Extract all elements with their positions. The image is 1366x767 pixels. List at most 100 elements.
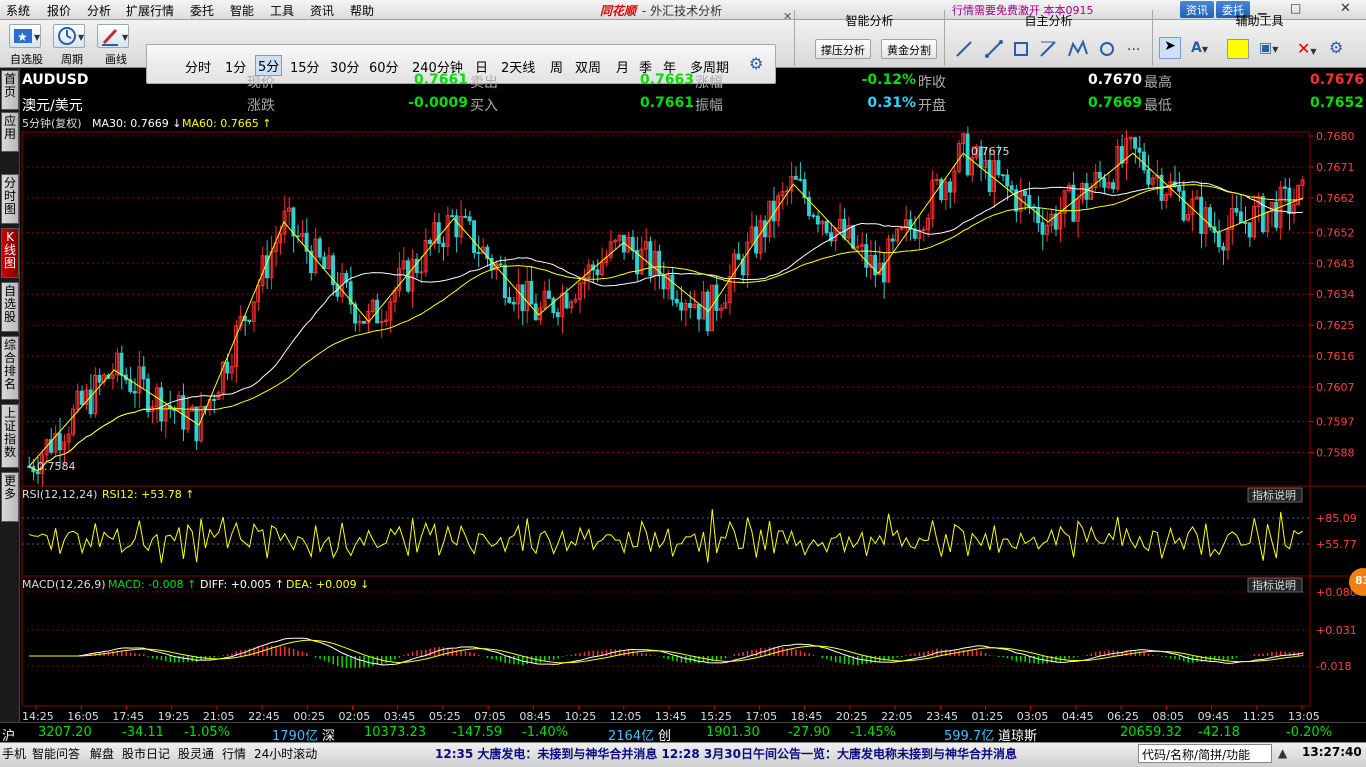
menu-quote[interactable]: 报价 xyxy=(47,2,71,19)
candle-body xyxy=(864,244,869,268)
nav-home[interactable]: 首页 xyxy=(1,70,19,110)
rsi-tick-label: +55.77 xyxy=(1316,538,1357,551)
index-dow-value: 20659.32 xyxy=(1120,725,1183,740)
candle-body xyxy=(529,280,534,305)
aux-tools-header: 辅助工具 xyxy=(1235,14,1284,28)
left-nav: 首页 应用 分时图 K线图 自选股 综合排名 上证指数 更多 xyxy=(0,68,20,740)
y-tick-label: 0.7588 xyxy=(1316,446,1355,459)
menu-analysis[interactable]: 分析 xyxy=(87,2,111,19)
symbol-name: 澳元/美元 xyxy=(22,98,83,114)
x-tick-label: 12:05 xyxy=(610,710,642,722)
draw-pen-icon[interactable]: ▼ xyxy=(97,24,129,48)
candle-body xyxy=(1238,211,1243,224)
status-mobile[interactable]: 手机 xyxy=(2,745,26,762)
color-picker-icon[interactable] xyxy=(1227,39,1249,59)
candle-body xyxy=(551,297,556,314)
candle-body xyxy=(921,229,926,232)
period-clock-icon[interactable]: ▼ xyxy=(53,24,85,48)
high-annotation: 0.7675 xyxy=(971,145,1010,158)
x-tick-label: 06:25 xyxy=(1107,710,1139,722)
label-pct-change: 涨幅 xyxy=(695,75,723,91)
status-diary[interactable]: 股市日记 xyxy=(122,745,170,762)
candle-body xyxy=(630,236,635,251)
candle-body xyxy=(181,395,186,430)
x-tick-label: 13:05 xyxy=(1288,710,1320,722)
y-tick-label: 0.7652 xyxy=(1316,226,1355,239)
index-sh-value: 3207.20 xyxy=(38,725,92,740)
y-tick-label: 0.7671 xyxy=(1316,161,1355,174)
candle-body xyxy=(428,240,432,245)
candle-body xyxy=(798,178,803,181)
x-tick-label: 01:25 xyxy=(972,710,1004,722)
candle-body xyxy=(454,215,459,238)
candle-body xyxy=(361,320,366,324)
period-label: 周期 xyxy=(61,53,83,66)
x-tick-label: 23:45 xyxy=(926,710,958,722)
svg-text:▼: ▼ xyxy=(122,33,128,42)
x-tick-label: 09:45 xyxy=(1198,710,1230,722)
menu-news[interactable]: 资讯 xyxy=(310,2,334,19)
panel-close-icon[interactable]: ✕ xyxy=(783,10,792,23)
ma60-legend: MA60: 0.7665 ↑ xyxy=(182,117,271,130)
status-quote[interactable]: 行情 xyxy=(222,745,246,762)
candle-body xyxy=(145,378,150,413)
rsi-title: RSI(12,12,24) xyxy=(22,488,97,501)
candle-body xyxy=(507,297,512,303)
status-stock-link[interactable]: 股灵通 xyxy=(178,745,214,762)
favorites-star-icon[interactable]: ★ ▼ xyxy=(9,24,41,48)
menu-smart[interactable]: 智能 xyxy=(230,2,254,19)
cursor-arrow-icon[interactable]: ➤ xyxy=(1159,37,1181,59)
nav-apps[interactable]: 应用 xyxy=(1,112,19,152)
drawing-tools-icons[interactable]: ··· xyxy=(951,38,1151,62)
window-title: 同花顺 - 外汇技术分析 xyxy=(600,2,722,19)
nav-timeshare[interactable]: 分时图 xyxy=(1,174,19,224)
index-sz-pct: -1.40% xyxy=(522,725,568,740)
support-resistance-button[interactable]: 撑压分析 xyxy=(815,39,871,59)
y-tick-label: 0.7597 xyxy=(1316,416,1355,429)
nav-ranking[interactable]: 综合排名 xyxy=(1,336,19,400)
settings-gear-icon[interactable]: ⚙ xyxy=(1329,38,1343,57)
menu-trade[interactable]: 委托 xyxy=(190,2,214,19)
nav-kline[interactable]: K线图 xyxy=(1,228,19,278)
ma30-line xyxy=(28,181,1303,472)
x-tick-label: 08:05 xyxy=(1152,710,1184,722)
chevron-up-icon[interactable]: ▲ xyxy=(1278,746,1287,760)
kline-chart[interactable]: 0.7680 0.7671 0.7662 0.7652 0.7643 0.7634 0.76… xyxy=(20,116,1366,722)
delete-icon[interactable]: ✕▼ xyxy=(1297,39,1317,58)
label-ask: 卖出 xyxy=(470,75,498,91)
candle-body xyxy=(1005,174,1010,187)
self-analysis-header: 自主分析 xyxy=(1024,14,1073,28)
menu-tools[interactable]: 工具 xyxy=(270,2,294,19)
candle-body xyxy=(1247,222,1252,238)
aux-tools-panel: 辅助工具 ➤ A▼ ▣▼ ✕▼ ⚙ xyxy=(1152,10,1366,66)
menu-help[interactable]: 帮助 xyxy=(350,2,374,19)
candle-body xyxy=(1040,222,1045,235)
news-ticker[interactable]: 12:35 大唐发电：未接到与神华合并消息 12:28 3月30日午间公告一览：… xyxy=(435,745,1017,762)
bookmark-icon[interactable]: ▣▼ xyxy=(1259,40,1278,56)
candle-body xyxy=(547,290,551,299)
menu-system[interactable]: 系统 xyxy=(6,2,30,19)
x-tick-label: 19:25 xyxy=(158,710,190,722)
nav-more[interactable]: 更多 xyxy=(1,472,19,522)
status-qa[interactable]: 智能问答 xyxy=(32,745,80,762)
golden-section-button[interactable]: 黄金分割 xyxy=(881,39,937,59)
nav-watchlist[interactable]: 自选股 xyxy=(1,282,19,332)
candle-body xyxy=(1216,231,1221,248)
text-tool-icon[interactable]: A▼ xyxy=(1191,40,1208,56)
svg-text:···: ··· xyxy=(1127,42,1140,58)
status-analysis[interactable]: 解盘 xyxy=(90,745,114,762)
candle-body xyxy=(1177,185,1182,192)
label-price: 现价 xyxy=(247,75,275,91)
candle-body xyxy=(441,242,446,248)
candle-body xyxy=(890,238,895,242)
candle-body xyxy=(674,298,679,304)
candle-body xyxy=(1282,186,1287,189)
code-search-input[interactable]: 代码/名称/简拼/功能 xyxy=(1138,744,1272,763)
diff-legend: DIFF: +0.005 ↑ xyxy=(200,578,284,591)
ma60-line xyxy=(28,184,1303,472)
x-tick-label: 08:45 xyxy=(519,710,551,722)
menu-ext-quote[interactable]: 扩展行情 xyxy=(126,2,174,19)
nav-sh-index[interactable]: 上证指数 xyxy=(1,404,19,468)
label-low: 最低 xyxy=(1144,98,1172,114)
status-24h[interactable]: 24小时滚动 xyxy=(254,745,317,762)
